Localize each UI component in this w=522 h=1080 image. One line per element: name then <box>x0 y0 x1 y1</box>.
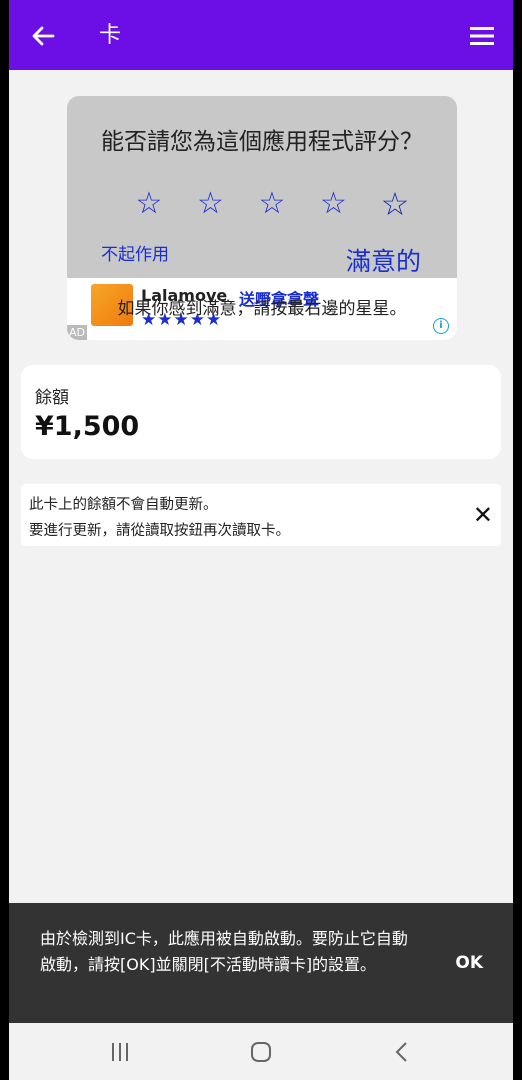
home-icon[interactable] <box>250 1041 272 1063</box>
arrow-back-icon[interactable] <box>29 22 57 50</box>
ad-label: AD <box>67 325 87 340</box>
rating-dialog: 能否請您為這個應用程式評分？ ☆ ☆ ☆ ☆ ☆ 不起作用 滿意的 Lalamo… <box>67 96 457 340</box>
star-2-icon[interactable]: ☆ <box>189 184 233 224</box>
rating-hint: 如果你感到滿意，請按最右邊的星星。 <box>117 299 407 319</box>
nav-back-icon[interactable] <box>394 1041 410 1063</box>
notice-line-2: 要進行更新，請從讀取按鈕再次讀取卡。 <box>29 523 290 539</box>
page-title: 卡 <box>99 23 122 48</box>
hamburger-menu-icon[interactable] <box>469 24 495 48</box>
snackbar-message: 由於檢測到IC卡，此應用被自動啟動。要防止它自動啟動，請按[OK]並關閉[不活動… <box>40 929 408 974</box>
star-3-icon[interactable]: ☆ <box>250 184 294 224</box>
update-notice: 此卡上的餘額不會自動更新。 要進行更新，請從讀取按鈕再次讀取卡。 ✕ <box>21 484 501 546</box>
balance-label: 餘額 <box>35 388 69 408</box>
notice-line-1: 此卡上的餘額不會自動更新。 <box>29 497 218 513</box>
star-1-icon[interactable]: ☆ <box>127 184 171 224</box>
star-5-icon[interactable]: ☆ <box>373 184 417 224</box>
snackbar: 由於檢測到IC卡，此應用被自動啟動。要防止它自動啟動，請按[OK]並關閉[不活動… <box>9 903 513 1023</box>
balance-amount: ¥1,500 <box>35 411 140 442</box>
info-icon[interactable]: i <box>433 318 449 334</box>
star-4-icon[interactable]: ☆ <box>312 184 356 224</box>
app-bar: 卡 <box>9 0 513 70</box>
satisfied-label[interactable]: 滿意的 <box>346 242 421 278</box>
balance-card: 餘額 ¥1,500 <box>21 365 501 459</box>
close-icon[interactable]: ✕ <box>473 502 493 528</box>
rating-question: 能否請您為這個應用程式評分？ <box>101 129 423 155</box>
star-rating: ☆ ☆ ☆ ☆ ☆ <box>127 184 417 224</box>
not-working-label[interactable]: 不起作用 <box>101 240 169 265</box>
ok-button[interactable]: OK <box>455 953 483 973</box>
screen: 卡 能否請您為這個應用程式評分？ ☆ ☆ ☆ ☆ ☆ 不起作用 滿意的 Lala… <box>9 0 513 1080</box>
recents-icon[interactable] <box>109 1041 131 1063</box>
system-nav-bar <box>9 1023 513 1080</box>
